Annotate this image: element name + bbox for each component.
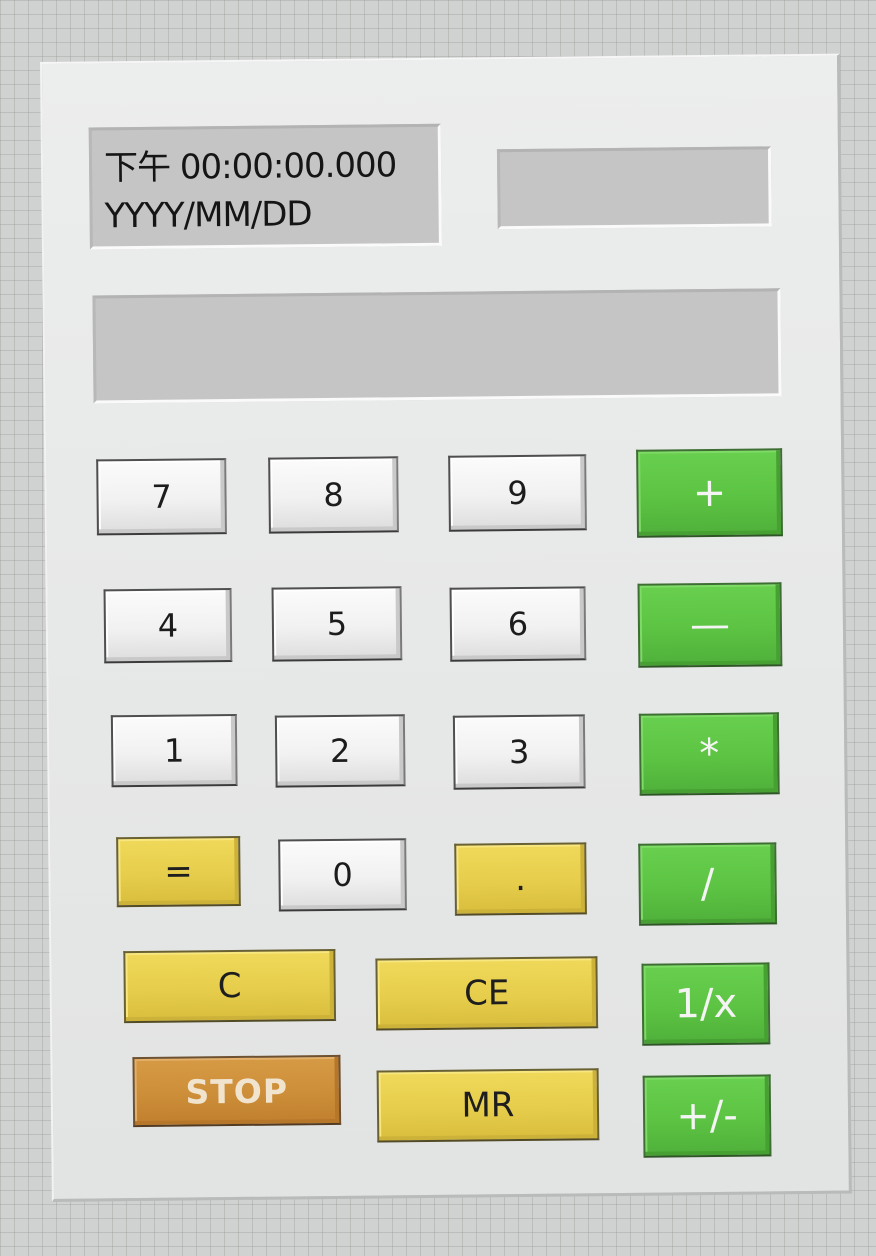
memory-recall-label: MR <box>461 1085 515 1126</box>
main-display <box>92 288 782 404</box>
decimal-label: . <box>514 858 527 900</box>
key-4-label: 4 <box>157 606 179 645</box>
memory-recall-button[interactable]: MR <box>376 1068 600 1143</box>
equals-label: = <box>164 851 193 892</box>
minus-label: — <box>689 601 731 649</box>
add-button[interactable]: + <box>636 448 784 538</box>
key-7-button[interactable]: 7 <box>96 458 227 536</box>
key-2-label: 2 <box>329 731 351 770</box>
reciprocal-label: 1/x <box>674 980 738 1028</box>
clear-label: C <box>217 965 242 1007</box>
key-1-button[interactable]: 1 <box>110 713 238 788</box>
key-2-button[interactable]: 2 <box>274 714 406 788</box>
reciprocal-button[interactable]: 1/x <box>641 962 771 1046</box>
key-8-label: 8 <box>323 475 344 515</box>
divide-label: / <box>700 860 715 908</box>
key-7-label: 7 <box>151 477 172 516</box>
clear-entry-button[interactable]: CE <box>375 956 599 1031</box>
calculator-panel: 下午 00:00:00.000 YYYY/MM/DD 7 8 9 + 4 5 6… <box>40 53 852 1202</box>
key-3-button[interactable]: 3 <box>452 714 586 790</box>
key-9-button[interactable]: 9 <box>448 454 587 532</box>
divide-button[interactable]: / <box>638 842 778 926</box>
multiply-label: * <box>699 730 720 778</box>
key-9-label: 9 <box>507 473 528 513</box>
key-5-label: 5 <box>326 604 348 644</box>
multiply-button[interactable]: * <box>638 712 780 796</box>
key-0-button[interactable]: 0 <box>278 838 407 912</box>
plus-label: + <box>692 469 727 517</box>
key-4-button[interactable]: 4 <box>103 588 233 664</box>
negate-label: +/- <box>676 1092 739 1140</box>
clear-button[interactable]: C <box>123 948 337 1024</box>
clear-entry-label: CE <box>463 973 510 1014</box>
negate-button[interactable]: +/- <box>642 1074 772 1158</box>
equals-button[interactable]: = <box>116 835 241 908</box>
clock-display: 下午 00:00:00.000 YYYY/MM/DD <box>88 123 442 250</box>
aux-display <box>496 146 772 230</box>
clock-date: YYYY/MM/DD <box>104 194 312 237</box>
key-6-label: 6 <box>507 604 529 644</box>
key-5-button[interactable]: 5 <box>271 586 403 662</box>
key-8-button[interactable]: 8 <box>268 456 399 534</box>
key-1-label: 1 <box>163 731 185 770</box>
stop-button[interactable]: STOP <box>132 1054 342 1128</box>
clock-time: 下午 00:00:00.000 <box>103 145 397 189</box>
decimal-button[interactable]: . <box>454 842 587 916</box>
stop-label: STOP <box>185 1070 289 1112</box>
subtract-button[interactable]: — <box>637 582 783 668</box>
key-0-label: 0 <box>332 855 353 894</box>
key-6-button[interactable]: 6 <box>449 586 587 662</box>
key-3-label: 3 <box>508 732 530 772</box>
